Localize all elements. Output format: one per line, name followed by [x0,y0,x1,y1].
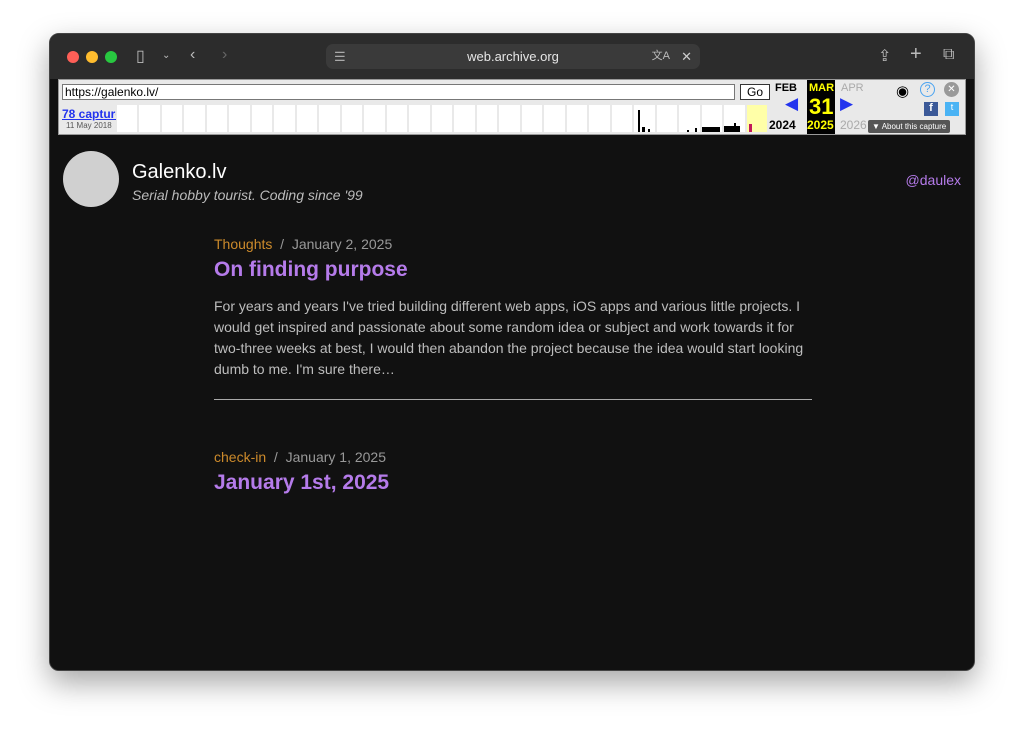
new-tab-icon[interactable]: + [910,43,922,66]
go-button[interactable]: Go [740,84,770,100]
address-text: web.archive.org [467,49,559,64]
avatar [63,151,119,207]
sidebar-icon[interactable]: ▯ [136,46,145,66]
tab-overview-icon[interactable]: ⧉ [943,46,954,64]
twitter-handle-link[interactable]: @daulex [906,172,961,188]
next-month[interactable]: APR [841,82,864,94]
close-toolbar-icon[interactable]: ✕ [944,82,959,97]
wayback-toolbar: https://galenko.lv/ Go 78 captures 11 Ma… [58,79,966,135]
about-capture-button[interactable]: ▼ About this capture [868,120,951,133]
post: check-in / January 1, 2025 January 1st, … [214,449,812,495]
current-day: 31 [809,94,834,119]
post-category[interactable]: check-in [214,449,266,465]
twitter-icon[interactable]: t [945,102,959,116]
help-icon[interactable]: ? [920,82,935,97]
browser-window: ▯ ⌄ ‹ › ☰ web.archive.org 文A ✕ ⇪ + ⧉ htt… [49,33,975,671]
account-icon[interactable]: ◉ [896,82,909,100]
next-year[interactable]: 2026 [840,118,867,132]
minimize-window-button[interactable] [86,51,98,63]
back-icon[interactable]: ‹ [190,46,195,64]
current-capture: MAR 31 2025 [807,80,835,134]
first-capture-date: 11 May 2018 [66,121,112,130]
share-icon[interactable]: ⇪ [878,46,891,66]
post-date: January 1, 2025 [285,449,386,465]
post-excerpt: For years and years I've tried building … [214,298,804,377]
prev-month[interactable]: FEB [775,82,797,94]
capture-sparkline[interactable] [117,105,768,132]
next-arrow-icon[interactable]: ▶ [840,94,853,114]
close-window-button[interactable] [67,51,79,63]
post-title[interactable]: January 1st, 2025 [214,471,812,495]
close-icon[interactable]: ✕ [681,44,692,69]
post-category[interactable]: Thoughts [214,236,272,252]
site-title[interactable]: Galenko.lv [132,161,227,184]
page-menu-icon[interactable]: ☰ [334,44,346,69]
forward-icon[interactable]: › [222,46,227,64]
zoom-window-button[interactable] [105,51,117,63]
divider [214,399,812,400]
captures-link[interactable]: 78 captures [62,107,116,121]
current-year: 2025 [807,118,834,132]
post: Thoughts / January 2, 2025 On finding pu… [214,236,812,400]
site-tagline: Serial hobby tourist. Coding since '99 [132,187,363,203]
post-date: January 2, 2025 [291,236,393,252]
translate-icon[interactable]: 文A [652,44,670,69]
post-title[interactable]: On finding purpose [214,258,812,282]
current-month: MAR [809,82,835,94]
page-content: Galenko.lv Serial hobby tourist. Coding … [50,136,974,670]
chevron-down-icon[interactable]: ⌄ [162,50,170,61]
facebook-icon[interactable]: f [924,102,938,116]
prev-arrow-icon[interactable]: ◀ [785,94,798,114]
prev-year[interactable]: 2024 [769,118,796,132]
address-bar[interactable]: ☰ web.archive.org 文A ✕ [326,44,700,69]
title-bar: ▯ ⌄ ‹ › ☰ web.archive.org 文A ✕ ⇪ + ⧉ [50,34,974,79]
wayback-url-input[interactable]: https://galenko.lv/ [62,84,735,100]
